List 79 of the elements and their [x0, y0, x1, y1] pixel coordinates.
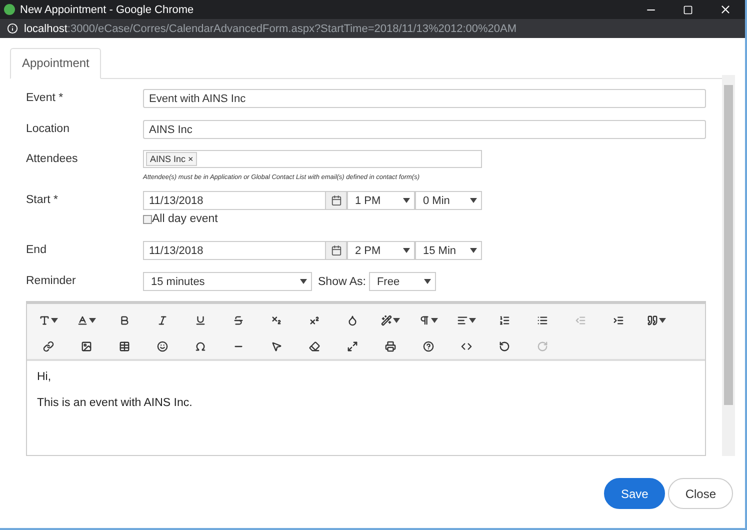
caret-icon [470, 198, 477, 203]
pilcrow-icon [418, 314, 430, 326]
caret-icon [658, 318, 666, 322]
minute-select[interactable]: 15 Min [415, 241, 482, 260]
show-as-select[interactable]: Free [368, 272, 436, 291]
tab[interactable]: Appointment [10, 48, 102, 79]
caret-icon [403, 198, 410, 203]
bold-icon [118, 314, 130, 326]
date-field[interactable]: 11/13/2018 [143, 241, 326, 260]
field-label: Event * [26, 91, 64, 104]
caret-icon [424, 279, 431, 284]
undo-icon [498, 340, 510, 352]
italic-icon [156, 314, 168, 326]
code-icon [460, 340, 472, 352]
hour-select[interactable]: 1 PM [347, 191, 415, 210]
redo-icon [536, 340, 548, 352]
field-label: End [26, 243, 48, 256]
editor-paragraph: Hi, [37, 371, 52, 383]
subscript-icon [270, 314, 282, 326]
info-icon [7, 23, 18, 34]
wand-icon [380, 314, 392, 326]
text-field[interactable]: AINS Inc [143, 120, 706, 139]
underline-icon [194, 314, 206, 326]
attendee-tag: AINS Inc × [146, 152, 198, 166]
quote-icon [646, 314, 658, 326]
field-label: Reminder [26, 274, 77, 287]
date-field[interactable]: 11/13/2018 [143, 191, 326, 210]
help-icon [422, 340, 434, 352]
field-label: Location [26, 122, 70, 135]
attendees-field[interactable]: AINS Inc × [143, 150, 482, 168]
calendar-button[interactable] [326, 191, 347, 210]
app-logo-icon [4, 4, 15, 15]
eraser-icon [308, 340, 320, 352]
caret-icon [392, 318, 400, 322]
hour-select[interactable]: 2 PM [347, 241, 415, 260]
caret-icon [88, 318, 96, 322]
numbered-list-icon [498, 314, 510, 326]
scrollbar[interactable] [722, 75, 735, 456]
font-icon [38, 314, 50, 326]
bullet-list-icon [536, 314, 548, 326]
close-icon[interactable] [718, 3, 732, 16]
close-button[interactable]: Close [668, 478, 733, 509]
caret-icon [50, 318, 58, 322]
omega-icon [194, 340, 206, 352]
checkbox[interactable] [143, 214, 152, 224]
text-size-icon [76, 314, 88, 326]
editor-paragraph: This is an event with AINS Inc. [37, 397, 194, 409]
pointer-icon [270, 340, 282, 352]
window-title: New Appointment - Google Chrome [20, 4, 195, 16]
strikethrough-icon [232, 314, 244, 326]
maximize-icon[interactable] [683, 4, 693, 14]
table-icon [118, 340, 130, 352]
link-icon [42, 340, 54, 352]
caret-icon [470, 248, 477, 253]
outdent-icon [574, 314, 586, 326]
checkbox-label: All day event [152, 213, 218, 225]
calendar-icon [330, 195, 342, 206]
minute-select[interactable]: 0 Min [415, 191, 482, 210]
printer-icon [384, 340, 396, 352]
caret-icon [403, 248, 410, 253]
caret-icon [300, 279, 307, 284]
indent-icon [612, 314, 624, 326]
expand-icon [346, 340, 358, 352]
smiley-icon [156, 340, 168, 352]
droplet-icon [346, 314, 358, 326]
caret-icon [468, 318, 476, 322]
calendar-icon [330, 245, 342, 256]
calendar-button[interactable] [326, 241, 347, 260]
align-left-icon [456, 314, 468, 326]
caret-icon [430, 318, 438, 322]
field-label: Start * [26, 193, 59, 206]
rich-text-editor[interactable]: Hi, This is an event with AINS Inc. [26, 301, 706, 456]
field-label: Show As: [318, 276, 366, 288]
image-icon [80, 340, 92, 352]
field-label: Attendees [26, 152, 79, 165]
save-button[interactable]: Save [604, 478, 666, 509]
text-field[interactable]: Event with AINS Inc [143, 89, 706, 108]
superscript-icon [308, 314, 320, 326]
reminder-select[interactable]: 15 minutes [143, 272, 312, 291]
